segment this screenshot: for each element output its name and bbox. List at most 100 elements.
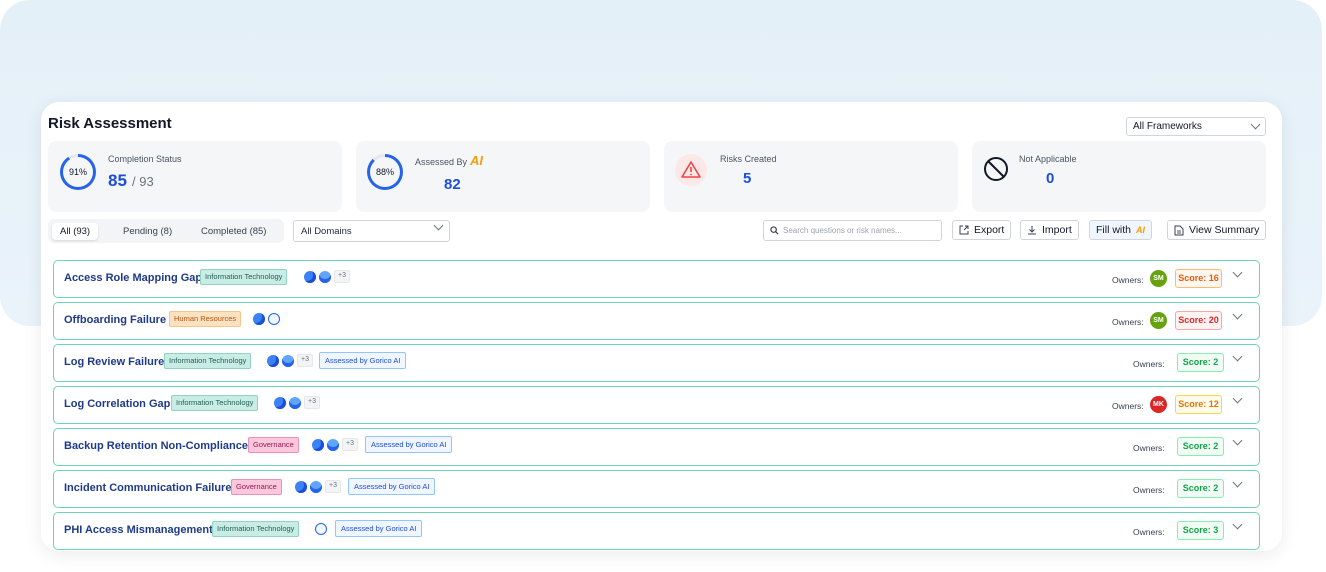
score-badge: Score: 12 <box>1175 395 1222 414</box>
domain-badge: Information Technology <box>212 521 300 537</box>
fill-label: Fill with <box>1096 224 1132 236</box>
domain-badge: Human Resources <box>169 311 242 327</box>
completion-status-card: 91% Completion Status 85 / 93 <box>48 141 342 212</box>
framework-icon <box>304 271 316 283</box>
risk-name[interactable]: Backup Retention Non-Compliance <box>64 440 248 452</box>
import-button[interactable]: Import <box>1020 220 1079 240</box>
warning-icon <box>675 154 707 186</box>
owners-label: Owners: <box>1133 359 1165 369</box>
ai-assessed-badge: Assessed by Gorico AI <box>365 436 453 453</box>
risk-row[interactable]: Access Role Mapping Gap Information Tech… <box>53 260 1260 298</box>
completion-done: 85 <box>108 171 127 190</box>
avatar[interactable]: SM <box>1150 270 1167 287</box>
view-summary-button[interactable]: View Summary <box>1167 220 1267 240</box>
risks-value: 5 <box>743 170 752 187</box>
more-frameworks-badge[interactable]: +3 <box>334 270 350 283</box>
risks-created-card: Risks Created 5 <box>664 141 958 212</box>
search-placeholder: Search questions or risk names... <box>783 226 902 235</box>
framework-icon <box>295 481 307 493</box>
completion-label: Completion Status <box>108 154 182 164</box>
chevron-down-icon[interactable] <box>1232 309 1243 320</box>
tab-all[interactable]: All (93) <box>52 223 99 240</box>
risks-label: Risks Created <box>720 154 777 164</box>
ai-assessed-badge: Assessed by Gorico AI <box>319 352 407 369</box>
framework-icon <box>315 523 327 535</box>
chevron-down-icon[interactable] <box>1232 519 1243 530</box>
chevron-down-icon[interactable] <box>1232 267 1243 278</box>
export-label: Export <box>974 224 1005 236</box>
chevron-down-icon[interactable] <box>1232 351 1243 362</box>
framework-icon <box>268 313 280 325</box>
ai-logo-icon: AI <box>1136 225 1146 235</box>
completion-total: / 93 <box>132 174 154 189</box>
risk-name[interactable]: Log Review Failure <box>64 356 164 368</box>
import-icon <box>1028 226 1036 235</box>
owners-label: Owners: <box>1112 317 1144 327</box>
na-value: 0 <box>1046 170 1055 187</box>
risk-row[interactable]: Offboarding Failure Human Resources Owne… <box>53 302 1260 340</box>
framework-icon <box>274 397 286 409</box>
completion-percent: 91% <box>68 167 87 177</box>
owners-label: Owners: <box>1112 275 1144 285</box>
framework-icon <box>289 397 301 409</box>
framework-icon <box>267 355 279 367</box>
risk-name[interactable]: Incident Communication Failure <box>64 482 231 494</box>
search-icon <box>770 226 779 235</box>
filter-tabs: All (93) Pending (8) Completed (85) <box>48 219 284 243</box>
framework-icon <box>310 481 322 493</box>
score-badge: Score: 20 <box>1175 311 1222 330</box>
more-frameworks-badge[interactable]: +3 <box>297 354 313 367</box>
ai-assessed-badge: Assessed by Gorico AI <box>348 478 436 495</box>
risk-name[interactable]: Offboarding Failure <box>64 314 166 326</box>
risk-name[interactable]: PHI Access Mismanagement <box>64 524 213 536</box>
score-badge: Score: 2 <box>1177 437 1224 456</box>
fill-with-ai-button[interactable]: Fill with AI <box>1089 220 1153 240</box>
chevron-down-icon[interactable] <box>1232 477 1243 488</box>
export-button[interactable]: Export <box>952 220 1012 240</box>
page-title: Risk Assessment <box>48 115 172 132</box>
risk-row[interactable]: Log Review Failure Information Technolog… <box>53 344 1260 382</box>
score-badge: Score: 2 <box>1177 479 1224 498</box>
chevron-down-icon[interactable] <box>1232 435 1243 446</box>
risk-row[interactable]: Incident Communication Failure Governanc… <box>53 470 1260 508</box>
tab-completed[interactable]: Completed (85) <box>193 223 274 240</box>
risk-row[interactable]: PHI Access Mismanagement Information Tec… <box>53 512 1260 550</box>
assessed-by-ai-card: 88% Assessed By AI 82 <box>356 141 650 212</box>
owners-label: Owners: <box>1133 527 1165 537</box>
document-icon <box>1174 225 1184 235</box>
domain-badge: Information Technology <box>200 269 288 285</box>
framework-icon <box>327 439 339 451</box>
tab-pending[interactable]: Pending (8) <box>115 223 180 240</box>
export-icon <box>959 225 969 235</box>
risk-row[interactable]: Backup Retention Non-Compliance Governan… <box>53 428 1260 466</box>
assessed-label: Assessed By <box>415 157 468 167</box>
avatar[interactable]: SM <box>1150 312 1167 329</box>
risk-name[interactable]: Log Correlation Gap <box>64 398 170 410</box>
framework-select[interactable]: All Frameworks <box>1126 117 1266 136</box>
avatar[interactable]: MK <box>1150 396 1167 413</box>
risk-row[interactable]: Log Correlation Gap Information Technolo… <box>53 386 1260 424</box>
chevron-down-icon[interactable] <box>1232 393 1243 404</box>
domain-badge: Information Technology <box>171 395 259 411</box>
score-badge: Score: 3 <box>1177 521 1224 540</box>
completion-ring: 91% <box>60 154 96 190</box>
risk-name[interactable]: Access Role Mapping Gap <box>64 272 202 284</box>
block-icon <box>983 156 1009 187</box>
domain-badge: Information Technology <box>164 353 252 369</box>
owners-label: Owners: <box>1133 443 1165 453</box>
more-frameworks-badge[interactable]: +3 <box>325 480 341 493</box>
domain-select[interactable]: All Domains <box>293 220 450 242</box>
search-input[interactable]: Search questions or risk names... <box>763 220 942 241</box>
assessed-value: 82 <box>444 176 461 193</box>
import-label: Import <box>1042 224 1072 236</box>
score-badge: Score: 2 <box>1177 353 1224 372</box>
chevron-down-icon <box>1250 119 1261 130</box>
more-frameworks-badge[interactable]: +3 <box>342 438 358 451</box>
framework-icon <box>282 355 294 367</box>
owners-label: Owners: <box>1133 485 1165 495</box>
chevron-down-icon <box>433 220 444 231</box>
ai-assessed-badge: Assessed by Gorico AI <box>335 520 423 537</box>
framework-icon <box>253 313 265 325</box>
more-frameworks-badge[interactable]: +3 <box>304 396 320 409</box>
domain-badge: Governance <box>231 479 282 495</box>
